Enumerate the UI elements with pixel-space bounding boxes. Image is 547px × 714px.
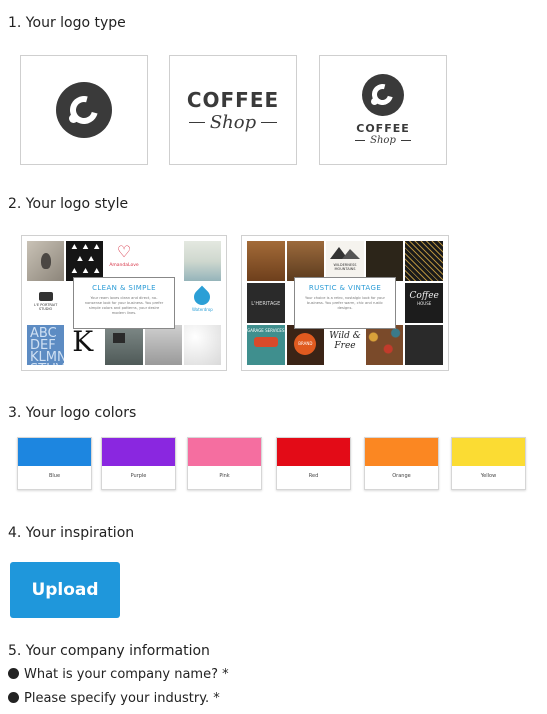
letters-specimen-image: ABC DEF KLMN STUV: [27, 325, 65, 365]
heritage-badge-image: L'HERITAGE: [247, 283, 285, 323]
camera-studio-logo-image: L'E PORTRAIT STUDIO: [27, 283, 65, 323]
buttons-image: [365, 325, 404, 365]
upload-button[interactable]: Upload: [10, 562, 120, 618]
question-industry[interactable]: Please specify your industry. *: [8, 691, 220, 706]
wilderness-mountains-logo-image: WILDERNESS MOUNTAINS: [326, 241, 364, 281]
wordmark-shop-text: Shop: [209, 111, 257, 133]
color-swatch: [18, 438, 91, 466]
color-label: Blue: [48, 473, 61, 479]
amandalove-logo-image: ♡ AmandaLove: [105, 241, 143, 281]
office-interior-image: [105, 325, 143, 365]
logo-type-combination-option[interactable]: COFFEE Shop: [319, 55, 447, 165]
style-title: RUSTIC & VINTAGE: [308, 284, 382, 292]
style-option-clean-simple[interactable]: ♡ AmandaLove L'E PORTRAIT STUDIO Waterdr…: [21, 235, 227, 371]
zen-stones-image: [27, 241, 65, 281]
color-label: Yellow: [480, 473, 497, 479]
color-option-orange[interactable]: Orange: [364, 437, 439, 490]
furniture-image: [144, 325, 182, 365]
combination-shop-text: Shop: [370, 135, 396, 146]
wordmark-coffee-text: COFFEE: [186, 87, 280, 112]
section-title-logo-style: 2. Your logo style: [8, 196, 129, 212]
color-label: Pink: [219, 473, 230, 479]
coffee-c-icon: [56, 82, 112, 138]
question-text: What is your company name? *: [24, 667, 229, 682]
waterdrop-logo-image: Waterdrop: [183, 283, 221, 323]
question-text: Please specify your industry. *: [24, 691, 220, 706]
section-title-logo-type: 1. Your logo type: [8, 15, 126, 31]
color-swatch: [102, 438, 175, 466]
color-swatch: [365, 438, 438, 466]
blank-tile: [144, 241, 182, 281]
wooden-drawers-image: [247, 241, 285, 281]
bullet-icon: [8, 692, 19, 703]
style-description: Your choice is a retro, nostalgic look f…: [305, 296, 385, 310]
style-label-card: RUSTIC & VINTAGE Your choice is a retro,…: [294, 277, 396, 329]
letter-k-image: K: [66, 325, 104, 365]
style-description: Your ream loves clean and direct, no-non…: [84, 296, 164, 315]
style-label-card: CLEAN & SIMPLE Your ream loves clean and…: [73, 277, 175, 329]
triangle-pattern-image: [66, 241, 104, 281]
combination-coffee-text: COFFEE: [356, 122, 410, 135]
color-label: Red: [308, 473, 319, 479]
sea-horizon-image: [183, 241, 221, 281]
white-waves-image: [183, 325, 221, 365]
color-option-yellow[interactable]: Yellow: [451, 437, 526, 490]
wooden-drawers-image: [286, 241, 325, 281]
section-title-company-info: 5. Your company information: [8, 643, 210, 659]
brand-badge-image: BRAND: [286, 325, 325, 365]
color-swatch: [452, 438, 525, 466]
art-deco-pattern-image: [405, 241, 443, 281]
bullet-icon: [8, 668, 19, 679]
section-title-logo-colors: 3. Your logo colors: [8, 405, 137, 421]
dark-ornament-image: [365, 241, 404, 281]
logo-type-wordmark-option[interactable]: COFFEE Shop: [169, 55, 297, 165]
color-option-pink[interactable]: Pink: [187, 437, 262, 490]
coffee-house-sign-image: Coffee HOUSE: [405, 283, 443, 323]
wild-free-logo-image: Wild & Free: [326, 325, 364, 365]
section-title-inspiration: 4. Your inspiration: [8, 525, 135, 541]
color-swatch: [277, 438, 350, 466]
color-label: Orange: [392, 473, 411, 479]
color-option-blue[interactable]: Blue: [17, 437, 92, 490]
color-option-purple[interactable]: Purple: [101, 437, 176, 490]
style-title: CLEAN & SIMPLE: [92, 284, 156, 292]
color-label: Purple: [130, 473, 147, 479]
color-swatch: [188, 438, 261, 466]
color-option-red[interactable]: Red: [276, 437, 351, 490]
logo-type-icon-option[interactable]: [20, 55, 148, 165]
garage-services-image: GARAGE SERVICES: [247, 325, 285, 365]
style-option-rustic-vintage[interactable]: WILDERNESS MOUNTAINS L'HERITAGE Coffee H…: [241, 235, 449, 371]
coffee-c-icon: [362, 74, 404, 116]
dark-tile-image: [405, 325, 443, 365]
question-company-name[interactable]: What is your company name? *: [8, 667, 229, 682]
